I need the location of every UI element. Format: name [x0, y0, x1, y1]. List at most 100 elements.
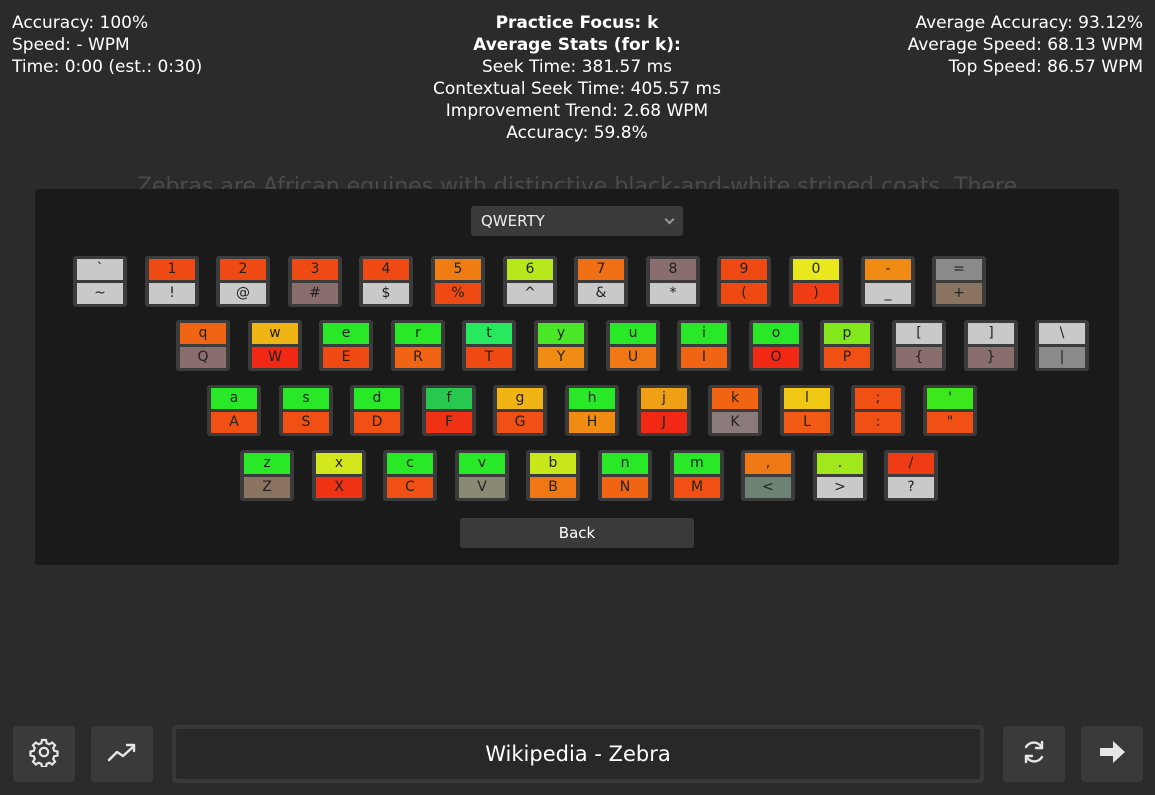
- key-lower-char: 0: [793, 259, 839, 280]
- key-upper-char: I: [681, 347, 727, 368]
- refresh-icon: [1019, 737, 1049, 771]
- key-lower-char: ,: [745, 453, 791, 474]
- key-upper-char: !: [149, 283, 195, 304]
- key-upper-char: X: [316, 477, 362, 498]
- key-upper-char: +: [936, 283, 982, 304]
- key-1-2: eE: [319, 320, 373, 371]
- key-upper-char: E: [323, 347, 369, 368]
- key-lower-char: 1: [149, 259, 195, 280]
- practice-focus-text: Practice Focus: k: [495, 13, 659, 33]
- key-lower-char: a: [211, 388, 257, 409]
- key-lower-char: u: [610, 323, 656, 344]
- key-upper-char: :: [855, 412, 901, 433]
- key-1-11: ]}: [964, 320, 1018, 371]
- key-upper-char: A: [211, 412, 257, 433]
- key-upper-char: %: [435, 283, 481, 304]
- key-3-3: vV: [455, 450, 509, 501]
- key-lower-char: ': [927, 388, 973, 409]
- stats-center: Practice Focus: k Average Stats (for k):…: [377, 12, 777, 144]
- key-upper-char: ": [927, 412, 973, 433]
- key-lower-char: i: [681, 323, 727, 344]
- back-button[interactable]: Back: [460, 518, 694, 548]
- key-lower-char: ]: [968, 323, 1014, 344]
- key-0-8: 8 *: [646, 256, 700, 307]
- key-upper-char: V: [459, 477, 505, 498]
- key-3-0: zZ: [240, 450, 294, 501]
- settings-button[interactable]: [13, 726, 75, 782]
- key-lower-char: k: [712, 388, 758, 409]
- key-0-10: 0): [789, 256, 843, 307]
- key-upper-char: Z: [244, 477, 290, 498]
- stats-button[interactable]: [91, 726, 153, 782]
- key-0-0: ` ~: [73, 256, 127, 307]
- key-1-7: iI: [677, 320, 731, 371]
- average-speed-text: Average Speed: 68.13 WPM: [907, 35, 1143, 55]
- key-upper-char: L: [784, 412, 830, 433]
- keyboard-panel: QWERTY ` ~1! 2 @3 #4 $5% 6 ^ 7 & 8 * 9(0) - _ = + q Qw We Er…: [35, 189, 1119, 565]
- key-lower-char: /: [888, 453, 934, 474]
- key-1-8: oO: [749, 320, 803, 371]
- layout-select[interactable]: QWERTY: [471, 206, 683, 236]
- key-0-6: 6 ^: [503, 256, 557, 307]
- key-lower-char: n: [602, 453, 648, 474]
- key-upper-char: #: [292, 283, 338, 304]
- key-0-3: 3 #: [288, 256, 342, 307]
- key-lower-char: 6: [507, 259, 553, 280]
- key-lower-char: f: [426, 388, 472, 409]
- key-lower-char: g: [497, 388, 543, 409]
- top-speed-text: Top Speed: 86.57 WPM: [948, 57, 1143, 77]
- average-accuracy-text: Average Accuracy: 93.12%: [915, 13, 1143, 33]
- key-2-1: sS: [279, 385, 333, 436]
- gear-icon: [29, 737, 59, 771]
- chevron-down-icon: [664, 214, 675, 225]
- key-lower-char: 3: [292, 259, 338, 280]
- key-1-1: wW: [248, 320, 302, 371]
- time-text: Time: 0:00 (est.: 0:30): [12, 57, 203, 77]
- key-0-11: - _: [861, 256, 915, 307]
- key-lower-char: v: [459, 453, 505, 474]
- trend-chart-icon: [106, 738, 138, 770]
- next-button[interactable]: [1081, 726, 1143, 782]
- key-upper-char: ?: [888, 477, 934, 498]
- key-0-5: 5%: [431, 256, 485, 307]
- key-upper-char: Q: [180, 347, 226, 368]
- key-upper-char: G: [497, 412, 543, 433]
- key-upper-char: C: [387, 477, 433, 498]
- key-lower-char: 2: [220, 259, 266, 280]
- key-2-10: ' ": [923, 385, 977, 436]
- key-lower-char: 9: [721, 259, 767, 280]
- key-3-8: . >: [813, 450, 867, 501]
- arrow-right-icon: [1097, 737, 1127, 771]
- key-lower-char: o: [753, 323, 799, 344]
- key-0-4: 4 $: [359, 256, 413, 307]
- key-1-10: [{: [892, 320, 946, 371]
- key-lower-char: t: [466, 323, 512, 344]
- refresh-button[interactable]: [1003, 726, 1065, 782]
- layout-select-value: QWERTY: [481, 212, 545, 230]
- key-upper-char: F: [426, 412, 472, 433]
- key-upper-char: ~: [77, 283, 123, 304]
- key-lower-char: r: [395, 323, 441, 344]
- key-lower-char: w: [252, 323, 298, 344]
- key-0-2: 2 @: [216, 256, 270, 307]
- key-3-9: /?: [884, 450, 938, 501]
- key-lower-char: =: [936, 259, 982, 280]
- key-2-4: gG: [493, 385, 547, 436]
- key-lower-char: s: [283, 388, 329, 409]
- key-2-2: dD: [350, 385, 404, 436]
- key-2-6: jJ: [637, 385, 691, 436]
- key-upper-char: H: [569, 412, 615, 433]
- improvement-trend-text: Improvement Trend: 2.68 WPM: [445, 101, 709, 121]
- key-3-5: nN: [598, 450, 652, 501]
- accuracy-text: Accuracy: 100%: [12, 13, 149, 33]
- key-upper-char: U: [610, 347, 656, 368]
- key-upper-char: J: [641, 412, 687, 433]
- key-upper-char: @: [220, 283, 266, 304]
- key-upper-char: $: [363, 283, 409, 304]
- key-lower-char: `: [77, 259, 123, 280]
- key-lower-char: 7: [578, 259, 624, 280]
- key-upper-char: P: [824, 347, 870, 368]
- key-lower-char: c: [387, 453, 433, 474]
- key-lower-char: y: [538, 323, 584, 344]
- key-lower-char: .: [817, 453, 863, 474]
